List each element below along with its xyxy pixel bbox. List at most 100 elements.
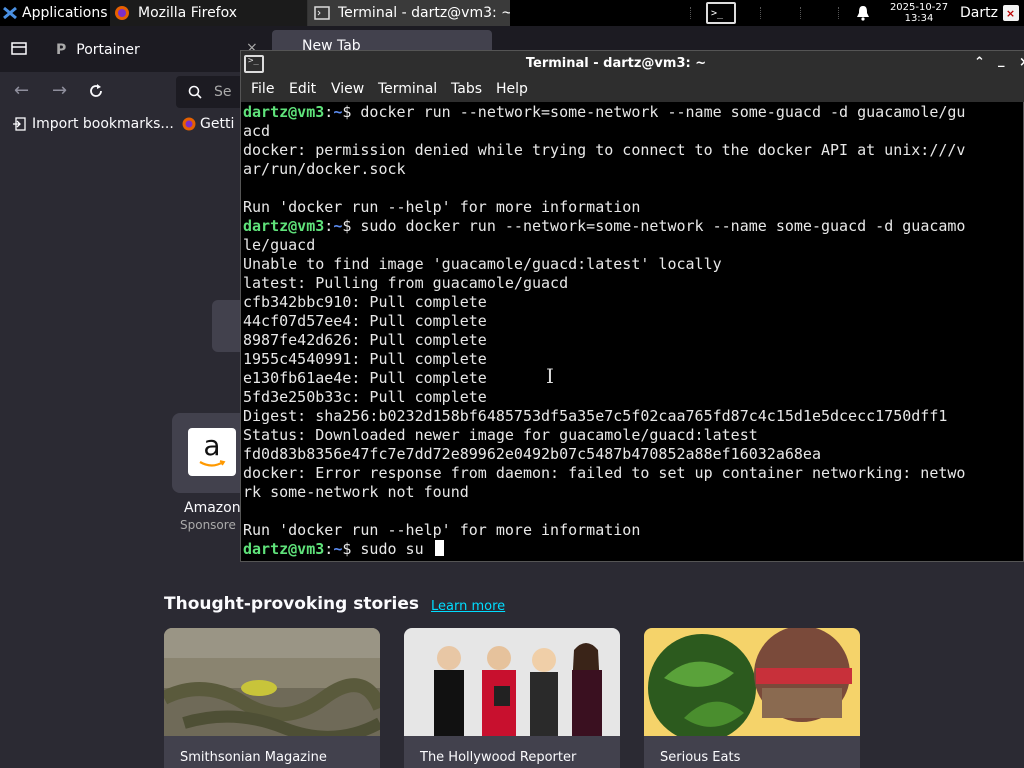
output-line: cfb342bbc910: Pull complete [243,293,487,312]
line-text: Run 'docker run --help' for more informa… [243,521,641,539]
story-source: The Hollywood Reporter [420,750,577,765]
user-menu[interactable]: Dartz [960,0,1000,26]
firefox-icon [182,117,196,131]
menu-file[interactable]: File [251,81,274,97]
taskbar-item-terminal[interactable]: Terminal - dartz@vm3: ~ [308,0,510,26]
stories-heading: Thought-provoking stories [164,594,420,614]
story-card[interactable]: The Hollywood Reporter [404,628,620,768]
line-text: acd [243,122,271,140]
menu-view[interactable]: View [331,81,364,97]
separator [760,7,761,19]
output-line: 5fd3e250b33c: Pull complete [243,388,487,407]
output-line: 44cf07d57ee4: Pull complete [243,312,487,331]
prompt-colon: : [324,103,334,121]
prompt-line: dartz@vm3:~$ sudo su [243,540,444,559]
line-text: cfb342bbc910: Pull complete [243,293,487,311]
window-title: Terminal - dartz@vm3: ~ [525,56,707,71]
output-line: 8987fe42d626: Pull complete [243,331,487,350]
line-text: ar/run/docker.sock [243,160,406,178]
terminal-output[interactable]: dartz@vm3:~$ docker run --network=some-n… [243,103,1023,561]
minimize-icon[interactable]: _ [998,53,1005,68]
sponsored-label: Sponsore [180,518,236,532]
separator [690,7,691,19]
xfce-logo-icon [3,6,17,20]
line-text: 5fd3e250b33c: Pull complete [243,388,487,406]
prompt-dir: ~ [333,103,343,121]
prompt-dir: ~ [333,540,343,558]
terminal-icon: >_ [706,2,736,24]
line-text: docker: permission denied while trying t… [243,141,966,159]
prompt-dir: ~ [333,217,343,235]
story-source: Smithsonian Magazine [180,750,327,765]
output-line: rk some-network not found [243,483,469,502]
output-line: acd [243,122,270,141]
taskbar-item-label: Mozilla Firefox [138,5,238,21]
getting-started-bookmark[interactable]: Getti [182,116,234,132]
output-line: latest: Pulling from guacamole/guacd [243,274,568,293]
user-name: Dartz [960,5,998,21]
line-text: docker: Error response from daemon: fail… [243,464,966,482]
menu-edit[interactable]: Edit [289,81,316,97]
import-bookmarks-link[interactable]: Import bookmarks... [12,116,174,132]
terminal-cursor [434,540,444,556]
line-text: fd0d83b8356e47fc7e7dd72e89962e0492b07c54… [243,445,821,463]
getting-started-label: Getti [200,116,235,132]
shortcut-tile[interactable] [212,300,240,352]
terminal-launcher-button[interactable]: >_ [704,0,738,26]
line-text: rk some-network not found [243,483,469,501]
separator [800,7,801,19]
import-bookmarks-label: Import bookmarks... [32,116,174,132]
prompt-user: dartz@vm3 [243,217,325,235]
story-card[interactable]: Smithsonian Magazine [164,628,380,768]
firefox-icon [115,6,129,20]
line-text: $ docker run --network=some-network --na… [342,103,966,121]
menu-terminal[interactable]: Terminal [378,81,437,97]
line-text: e130fb61ae4e: Pull complete [243,369,487,387]
clock[interactable]: 2025-10-27 13:34 [884,0,954,26]
menu-help[interactable]: Help [496,81,528,97]
tab-portainer[interactable]: P Portainer [44,32,264,68]
line-text: Status: Downloaded newer image for guaca… [243,426,758,444]
terminal-title-bar[interactable]: Terminal - dartz@vm3: ~ ⌃ _ × [241,51,1024,78]
taskbar: Applications Mozilla Firefox Terminal - … [0,0,1024,26]
forward-icon[interactable]: → [52,80,67,101]
clock-time: 13:34 [904,13,934,24]
line-text: 44cf07d57ee4: Pull complete [243,312,487,330]
applications-menu-button[interactable]: Applications [0,0,110,26]
applications-label: Applications [22,5,108,21]
line-text: 1955c4540991: Pull complete [243,350,487,368]
text-cursor-icon: I [546,364,554,388]
output-line: fd0d83b8356e47fc7e7dd72e89962e0492b07c54… [243,445,821,464]
output-line: Run 'docker run --help' for more informa… [243,521,640,540]
amazon-logo-icon: a [188,428,236,476]
output-line: docker: Error response from daemon: fail… [243,464,965,483]
reload-icon[interactable] [88,83,104,99]
output-line: 1955c4540991: Pull complete [243,350,487,369]
line-text: Unable to find image 'guacamole/guacd:la… [243,255,722,273]
search-icon [188,85,202,99]
output-line: e130fb61ae4e: Pull complete [243,369,487,388]
back-icon[interactable]: ← [14,80,29,101]
notifications-button[interactable] [852,0,874,26]
maximize-icon[interactable]: ⌃ [974,55,985,70]
url-bar-text: Se [214,84,232,100]
menu-tabs[interactable]: Tabs [451,81,482,97]
taskbar-item-label: Terminal - dartz@vm3: ~ [338,5,510,21]
logout-button[interactable]: × [1002,0,1019,26]
prompt-line: dartz@vm3:~$ docker run --network=some-n… [243,103,965,122]
prompt-user: dartz@vm3 [243,540,325,558]
prompt-colon: : [324,217,334,235]
tab-list-icon[interactable] [10,40,28,56]
story-card[interactable]: Serious Eats [644,628,860,768]
portainer-icon: P [56,42,67,58]
import-icon [13,117,26,131]
line-text: 8987fe42d626: Pull complete [243,331,487,349]
bell-icon [857,6,869,21]
terminal-window[interactable]: Terminal - dartz@vm3: ~ ⌃ _ × File Edit … [240,50,1024,562]
close-icon[interactable]: × [1019,55,1024,70]
learn-more-link[interactable]: Learn more [431,599,505,614]
prompt-colon: : [324,540,334,558]
taskbar-item-firefox[interactable]: Mozilla Firefox [110,0,308,26]
line-text: Run 'docker run --help' for more informa… [243,198,641,216]
output-line: Status: Downloaded newer image for guaca… [243,426,758,445]
